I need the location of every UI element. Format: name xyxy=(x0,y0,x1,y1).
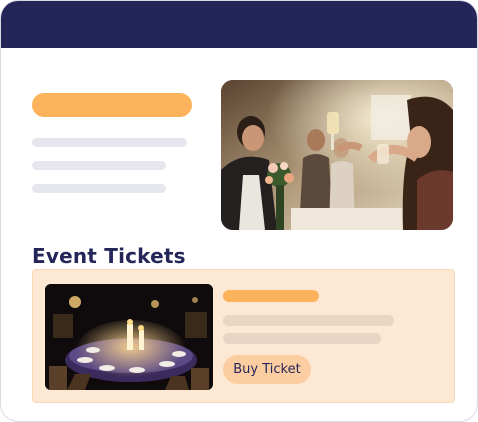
text-placeholder-line-2 xyxy=(32,161,166,170)
ticket-title-placeholder xyxy=(223,290,319,302)
ticket-card[interactable]: Buy Ticket xyxy=(32,269,455,403)
headline-placeholder xyxy=(32,93,192,117)
section-title: Event Tickets xyxy=(32,244,186,268)
text-placeholder-line-1 xyxy=(32,138,187,147)
banquet-table-image xyxy=(45,284,213,390)
top-bar xyxy=(1,1,477,48)
wedding-toast-image xyxy=(221,80,453,230)
text-placeholder-line-3 xyxy=(32,184,166,193)
buy-ticket-button[interactable]: Buy Ticket xyxy=(223,355,311,384)
event-photo xyxy=(45,284,213,390)
ticket-text-placeholder-1 xyxy=(223,315,394,326)
hero-photo xyxy=(221,80,453,230)
ticket-text-placeholder-2 xyxy=(223,333,381,344)
app-window: Event Tickets Buy Ticket xyxy=(0,0,478,422)
